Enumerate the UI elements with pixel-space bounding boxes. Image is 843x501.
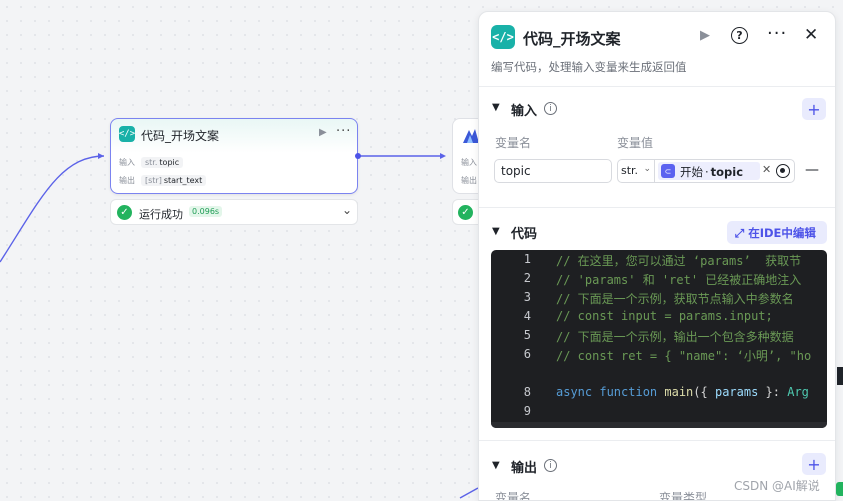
- expand-icon: ⤢: [735, 226, 749, 240]
- node-output-row: 输出 [str] start_text: [119, 175, 207, 186]
- watermark: CSDN @AI解说: [734, 479, 820, 493]
- node-config-panel: </> 代码_开场文案 ▶ ? ··· ✕ 编写代码，处理输入变量来生成返回值 …: [478, 11, 836, 501]
- info-icon[interactable]: i: [544, 459, 557, 472]
- code-line: // 下面是一个示例，获取节点输入中参数名: [556, 292, 794, 306]
- node-input-tag: str. topic: [141, 157, 184, 168]
- clear-icon[interactable]: ✕: [762, 163, 771, 176]
- chevron-down-icon: ⌄: [643, 164, 651, 174]
- reference-tag: ⊂ 开始 · topic: [658, 162, 760, 180]
- line-number: 6: [523, 347, 531, 361]
- code-line: // 在这里，您可以通过 ‘params’ 获取节: [556, 254, 802, 268]
- start-node-icon: ⊂: [661, 164, 675, 178]
- target-icon[interactable]: [776, 164, 790, 178]
- code-icon: </>: [119, 126, 135, 142]
- edge-status-icon: [836, 482, 843, 496]
- add-input-button[interactable]: +: [802, 98, 826, 120]
- code-line: // 下面是一个示例，输出一个包含多种数据: [556, 330, 794, 344]
- more-icon[interactable]: ···: [767, 23, 787, 44]
- divider: [479, 86, 835, 87]
- info-icon[interactable]: i: [544, 102, 557, 115]
- chevron-down-icon[interactable]: ▼: [492, 460, 500, 471]
- run-icon[interactable]: ▶: [700, 28, 710, 43]
- col-var-name: 变量名: [495, 136, 532, 150]
- node-output-tag: [str] start_text: [141, 175, 207, 186]
- node-output-label: 输出: [119, 176, 135, 185]
- success-check-icon: ✓: [458, 205, 473, 220]
- node-input-row: 输入 str. topic: [119, 157, 184, 168]
- col-var-value: 变量值: [617, 136, 654, 150]
- next-node-input-label: 输入: [461, 158, 477, 167]
- code-line: // const input = params.input;: [556, 309, 773, 323]
- chevron-down-icon[interactable]: ▼: [492, 226, 500, 237]
- col-var-type: 变量类型: [659, 491, 708, 501]
- remove-input-button[interactable]: —: [805, 162, 819, 178]
- edit-in-ide-button[interactable]: ⤢ 在IDE中编辑: [727, 221, 827, 244]
- var-value-reference[interactable]: ⊂ 开始 · topic ✕: [654, 159, 795, 183]
- node-input-label: 输入: [119, 158, 135, 167]
- panel-title: 代码_开场文案: [523, 30, 621, 48]
- run-status-bar[interactable]: ✓ 运行成功 0.096s ⌄: [110, 199, 358, 225]
- line-number: 3: [523, 290, 531, 304]
- node-title: 代码_开场文案: [141, 129, 220, 143]
- input-section-title: 输入: [511, 104, 538, 119]
- play-icon[interactable]: ▶: [319, 127, 327, 138]
- close-icon[interactable]: ✕: [804, 25, 818, 45]
- horizontal-scrollbar[interactable]: [491, 422, 827, 428]
- next-node-output-label: 输出: [461, 176, 477, 185]
- node-output-port[interactable]: [355, 153, 361, 159]
- code-line: // const ret = { "name": ‘小明’, "ho: [556, 349, 812, 363]
- status-text: 运行成功: [139, 208, 183, 221]
- code-node-card[interactable]: </> 代码_开场文案 ▶ ··· 输入 str. topic 输出 [str] s…: [110, 118, 358, 194]
- code-line: // 'params' 和 'ret' 已经被正确地注入: [556, 273, 802, 287]
- output-section-title: 输出: [511, 461, 538, 476]
- line-number: 4: [523, 309, 531, 323]
- chevron-down-icon[interactable]: ⌄: [342, 203, 352, 217]
- code-section-title: 代码: [511, 227, 538, 242]
- var-name-input[interactable]: topic: [494, 159, 612, 183]
- divider: [479, 207, 835, 208]
- code-editor[interactable]: 1 // 在这里，您可以通过 ‘params’ 获取节 2 // 'params…: [491, 250, 827, 428]
- line-number: 5: [523, 328, 531, 342]
- panel-description: 编写代码，处理输入变量来生成返回值: [491, 60, 687, 74]
- success-check-icon: ✓: [117, 205, 132, 220]
- var-type-select[interactable]: str. ⌄: [617, 159, 655, 183]
- chevron-down-icon[interactable]: ▼: [492, 102, 500, 113]
- help-icon[interactable]: ?: [731, 27, 748, 44]
- code-icon: </>: [491, 25, 515, 49]
- line-number: 2: [523, 271, 531, 285]
- code-line: async function main({ params }: Arg: [556, 385, 809, 399]
- line-number: 9: [523, 404, 531, 418]
- run-time-badge: 0.096s: [189, 206, 223, 217]
- edge-tooltip: [837, 367, 843, 385]
- add-output-button[interactable]: +: [802, 453, 826, 475]
- divider: [479, 440, 835, 441]
- col-var-name: 变量名: [495, 491, 532, 501]
- more-icon[interactable]: ···: [336, 124, 351, 139]
- line-number: 1: [523, 252, 531, 266]
- line-number: 8: [523, 385, 531, 399]
